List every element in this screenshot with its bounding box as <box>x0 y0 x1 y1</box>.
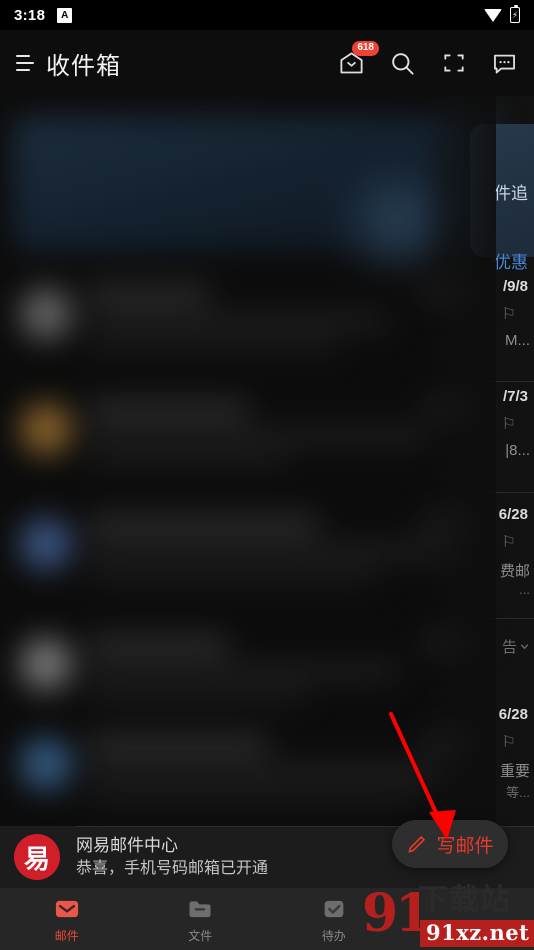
nav-item-todo[interactable]: 待办 <box>267 895 401 944</box>
checkbox-icon <box>324 900 344 917</box>
blurred-mail-content <box>0 96 492 836</box>
list-item <box>0 716 492 828</box>
phone-screen: 3:18 A ⚡ 收件箱 618 件追 优惠 /9/8 ⚐ M... /7/3 … <box>0 0 534 950</box>
mail-subject: |8... <box>505 442 530 459</box>
chat-icon[interactable] <box>491 50 518 77</box>
notification-title: 网易邮件中心 <box>76 835 178 855</box>
scan-icon[interactable] <box>440 50 467 77</box>
list-item <box>0 496 492 608</box>
nav-label-todo: 待办 <box>321 928 346 943</box>
flag-icon[interactable]: ⚐ <box>502 414 516 434</box>
mail-subject: M... <box>505 332 530 349</box>
status-bar: 3:18 A ⚡ <box>0 0 534 30</box>
ad-label[interactable]: 告 <box>502 636 530 657</box>
bottom-navigation-bar: 邮件 文件 待办 <box>0 888 534 950</box>
notification-subtitle: 恭喜，手机号码邮箱已开通 <box>76 859 269 877</box>
mail-subject: 费邮 <box>499 563 530 580</box>
nav-item-mail[interactable]: 邮件 <box>0 895 134 944</box>
mail-snippet: ... <box>519 582 530 597</box>
pencil-icon <box>408 835 426 853</box>
page-title: 收件箱 <box>46 52 121 80</box>
nav-item-files[interactable]: 文件 <box>134 895 268 944</box>
list-item <box>0 381 492 493</box>
promo-line-1: 件追 <box>494 184 528 203</box>
compose-mail-button[interactable]: 写邮件 <box>392 820 508 868</box>
status-bar-indicators: ⚡ <box>484 4 520 23</box>
mail-date: 6/28 <box>498 506 528 523</box>
mail-subject: 重要 <box>499 763 530 780</box>
app-bar-actions: 618 <box>338 40 518 77</box>
ad-label-text: 告 <box>501 639 517 656</box>
compose-mail-label: 写邮件 <box>436 835 494 857</box>
table-row[interactable]: /7/3 ⚐ |8... <box>470 388 534 492</box>
gift-badge-count: 618 <box>352 40 379 56</box>
search-icon[interactable] <box>389 50 416 77</box>
mail-list-right-strip: 件追 优惠 /9/8 ⚐ M... /7/3 ⚐ |8... 6/28 ⚐ 费邮… <box>470 96 534 854</box>
chevron-down-icon[interactable] <box>519 641 530 652</box>
app-bar: 收件箱 618 <box>0 30 534 96</box>
app-notification-icon: A <box>57 7 73 23</box>
promo-banner-edge[interactable]: 件追 优惠 <box>470 124 534 272</box>
list-item <box>0 616 492 728</box>
gift-box-icon[interactable]: 618 <box>338 40 379 77</box>
mail-date: 6/28 <box>498 706 528 723</box>
table-row[interactable]: 6/28 ⚐ 重要 等... <box>470 706 534 816</box>
notification-text: 网易邮件中心 恭喜，手机号码邮箱已开通 <box>76 835 268 880</box>
flag-icon[interactable]: ⚐ <box>502 304 516 324</box>
mail-date: /9/8 <box>502 278 528 295</box>
promo-line-2: 优惠 <box>494 253 528 272</box>
flag-icon[interactable]: ⚐ <box>502 732 516 752</box>
mail-date: /7/3 <box>502 388 528 405</box>
flag-icon[interactable]: ⚐ <box>502 532 516 552</box>
mail-icon <box>55 900 78 917</box>
promo-banner-blurred <box>12 116 492 276</box>
mail-snippet: 等... <box>506 785 530 800</box>
folder-icon <box>189 900 211 917</box>
table-row[interactable]: 6/28 ⚐ 费邮 ... <box>470 506 534 616</box>
list-item <box>0 266 492 378</box>
nav-label-files: 文件 <box>188 928 213 943</box>
wifi-icon <box>484 8 502 22</box>
status-bar-clock: 3:18 <box>14 6 46 24</box>
hamburger-menu-icon[interactable] <box>16 55 34 71</box>
nav-label-mail: 邮件 <box>54 928 79 943</box>
battery-charging-icon: ⚡ <box>510 4 520 23</box>
avatar: 易 <box>14 834 60 880</box>
table-row[interactable]: /9/8 ⚐ M... <box>470 278 534 382</box>
